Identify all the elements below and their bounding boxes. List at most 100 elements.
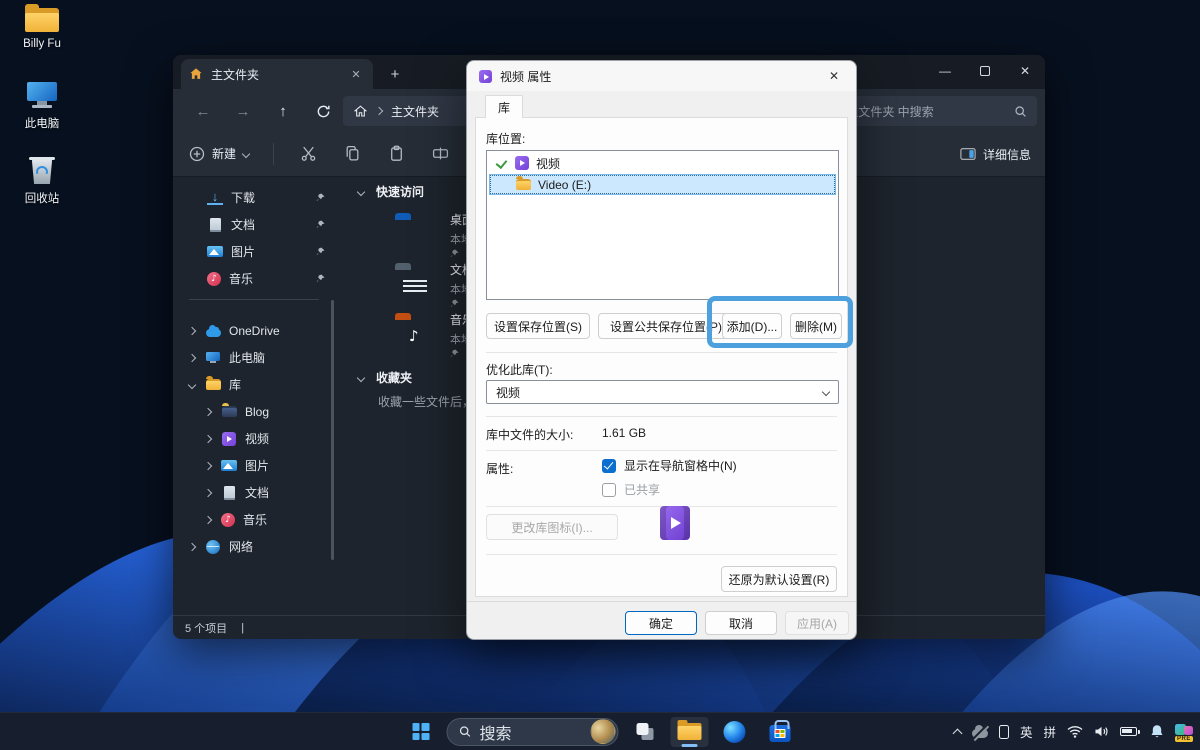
refresh-button[interactable] — [309, 97, 337, 125]
status-divider: | — [241, 622, 244, 634]
breadcrumb[interactable]: 主文件夹 — [391, 103, 439, 120]
optimize-select[interactable]: 视频 — [486, 380, 839, 404]
attributes-label: 属性: — [486, 460, 513, 477]
tray-chevron-up-icon[interactable] — [953, 728, 963, 738]
dialog-title: 视频 属性 — [500, 68, 551, 85]
paste-button[interactable] — [386, 144, 406, 164]
tab-close-icon[interactable]: ✕ — [347, 65, 365, 83]
sidebar-item-music[interactable]: ♪ 音乐 — [179, 266, 331, 291]
up-button[interactable]: ↑ — [269, 97, 297, 125]
set-save-location-button[interactable]: 设置保存位置(S) — [486, 313, 590, 339]
picture-icon — [207, 246, 223, 257]
download-icon: ↓ — [207, 191, 223, 205]
cancel-button[interactable]: 取消 — [705, 611, 777, 635]
start-button[interactable] — [402, 717, 440, 747]
volume-icon[interactable] — [1094, 725, 1109, 738]
sidebar-item-music-library[interactable]: ♪ 音乐 — [179, 507, 331, 532]
dialog-close-button[interactable]: ✕ — [812, 61, 856, 91]
onedrive-paused-icon[interactable] — [972, 729, 988, 738]
separator — [486, 416, 837, 417]
notification-bell-icon[interactable] — [1150, 724, 1164, 739]
sidebar-item-label: 此电脑 — [229, 349, 265, 366]
pin-icon — [450, 249, 459, 258]
sidebar-item-libraries[interactable]: 库 — [179, 372, 331, 397]
explorer-tab-home[interactable]: 主文件夹 ✕ — [181, 59, 373, 89]
navigation-pane: ↓ 下载 文档 图片 ♪ 音乐 OneDrive 此电脑 — [173, 177, 337, 615]
section-title: 快速访问 — [376, 183, 424, 200]
libraries-folder-icon — [205, 377, 221, 393]
sidebar-item-pictures-library[interactable]: 图片 — [179, 453, 331, 478]
checkbox-shared[interactable]: 已共享 — [602, 481, 660, 498]
ok-button[interactable]: 确定 — [625, 611, 697, 635]
sidebar-item-label: OneDrive — [229, 324, 280, 338]
section-favorites[interactable]: 收藏夹 — [358, 369, 412, 386]
copy-button[interactable] — [342, 144, 362, 164]
section-quick-access[interactable]: 快速访问 — [358, 183, 424, 200]
sidebar-item-label: 下载 — [231, 189, 255, 206]
wifi-icon[interactable] — [1067, 725, 1083, 738]
sidebar-item-documents[interactable]: 文档 — [179, 212, 331, 237]
task-view-button[interactable] — [626, 717, 664, 747]
new-button[interactable]: 新建 — [189, 145, 249, 162]
locations-label: 库位置: — [486, 130, 525, 147]
chevron-down-icon — [822, 388, 830, 396]
minimize-button[interactable]: — — [925, 55, 965, 87]
insider-preview-icon[interactable]: PRE — [1175, 724, 1193, 740]
sidebar-item-videos[interactable]: 视频 — [179, 426, 331, 451]
back-button[interactable]: ← — [189, 97, 217, 125]
sidebar-item-network[interactable]: 网络 — [179, 534, 331, 559]
library-locations-list[interactable]: 视频 Video (E:) — [486, 150, 839, 300]
desktop-icon-billy-fu[interactable]: Billy Fu — [0, 8, 84, 50]
details-pane-button[interactable]: 详细信息 — [960, 131, 1031, 177]
close-button[interactable]: ✕ — [1005, 55, 1045, 87]
apply-button[interactable]: 应用(A) — [785, 611, 849, 635]
computer-icon — [25, 82, 59, 109]
checkbox-checked-icon — [602, 459, 616, 473]
taskbar-search[interactable]: 搜索 — [447, 718, 619, 746]
taskbar-file-explorer[interactable] — [671, 717, 709, 747]
music-icon: ♪ — [207, 272, 221, 286]
search-highlight-image[interactable] — [591, 719, 616, 744]
new-tab-button[interactable]: + — [383, 63, 407, 85]
pin-icon — [316, 245, 325, 259]
list-item-videos[interactable]: 视频 — [489, 153, 836, 173]
details-pane-icon — [960, 147, 976, 161]
sidebar-item-this-pc[interactable]: 此电脑 — [179, 345, 331, 370]
restore-defaults-button[interactable]: 还原为默认设置(R) — [721, 566, 837, 592]
sidebar-item-pictures[interactable]: 图片 — [179, 239, 331, 264]
dialog-tab-library[interactable]: 库 — [485, 95, 523, 118]
ime-language-indicator[interactable]: 英 — [1020, 722, 1033, 741]
sidebar-item-onedrive[interactable]: OneDrive — [179, 318, 331, 343]
chevron-right-icon — [204, 407, 212, 415]
taskbar-edge[interactable] — [716, 717, 754, 747]
ime-mode-indicator[interactable]: 拼 — [1043, 722, 1056, 741]
dialog-titlebar: 视频 属性 — [467, 61, 856, 91]
desktop-icon-recycle-bin[interactable]: 回收站 — [0, 156, 84, 206]
taskbar-store[interactable] — [761, 717, 799, 747]
window-controls: — ✕ — [925, 55, 1045, 87]
taskbar-search-label: 搜索 — [480, 720, 512, 744]
checkbox-show-in-nav[interactable]: 显示在导航窗格中(N) — [602, 457, 737, 474]
toolbar-divider — [273, 143, 274, 165]
desktop-icon-label: 此电脑 — [25, 115, 60, 131]
sidebar-item-blog[interactable]: Blog — [179, 399, 331, 424]
sidebar-item-downloads[interactable]: ↓ 下载 — [179, 185, 331, 210]
list-item-label: 视频 — [536, 155, 560, 172]
cut-button[interactable] — [298, 144, 318, 164]
chevron-right-icon — [188, 326, 196, 334]
document-icon — [207, 217, 223, 233]
blog-library-icon — [221, 404, 237, 420]
video-library-icon — [515, 156, 529, 170]
default-save-check-icon — [496, 157, 508, 169]
sidebar-item-documents-library[interactable]: 文档 — [179, 480, 331, 505]
rename-button[interactable] — [430, 144, 450, 164]
plus-circle-icon — [189, 146, 205, 162]
change-library-icon-button[interactable]: 更改库图标(I)... — [486, 514, 618, 540]
desktop-icon-this-pc[interactable]: 此电脑 — [0, 82, 84, 131]
battery-icon[interactable] — [1120, 727, 1137, 736]
maximize-button[interactable] — [965, 55, 1005, 87]
sidebar-scrollbar[interactable] — [331, 300, 334, 560]
forward-button[interactable]: → — [229, 97, 257, 125]
list-item-video-e[interactable]: Video (E:) — [489, 174, 836, 195]
phone-link-icon[interactable] — [999, 725, 1009, 739]
